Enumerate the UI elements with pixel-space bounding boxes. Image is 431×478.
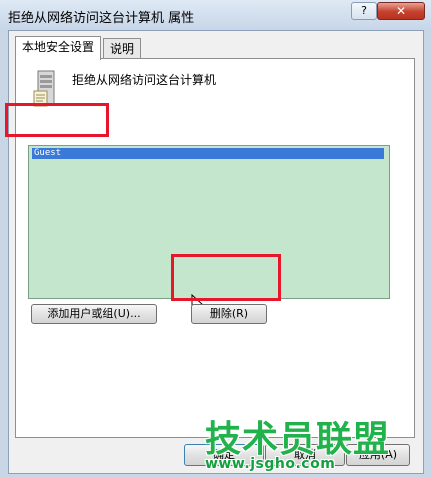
add-user-or-group-button[interactable]: 添加用户或组(U)... xyxy=(31,304,157,324)
help-button[interactable]: ? xyxy=(351,2,377,20)
watermark-url: www.jsgho.com xyxy=(205,456,336,472)
dialog-body: 本地安全设置 说明 拒绝从网络访问这台计算机 Guest 添加用户或组(U)..… xyxy=(8,30,424,474)
window-title: 拒绝从网络访问这台计算机 属性 xyxy=(8,11,195,26)
watermark-text: 技术员联盟 xyxy=(205,419,391,460)
highlight-box-remove xyxy=(171,254,281,301)
list-item-guest[interactable]: Guest xyxy=(32,148,384,159)
policy-name: 拒绝从网络访问这台计算机 xyxy=(72,73,217,87)
tab-explain[interactable]: 说明 xyxy=(103,38,142,59)
close-button[interactable]: ✕ xyxy=(377,2,425,20)
highlight-box-guest xyxy=(5,103,109,137)
tab-local-security-setting[interactable]: 本地安全设置 xyxy=(15,36,102,60)
remove-button[interactable]: 删除(R) xyxy=(191,304,267,324)
title-bar[interactable]: 拒绝从网络访问这台计算机 属性 ? ✕ xyxy=(0,0,431,30)
watermark: 技术员联盟 www.jsgho.com xyxy=(205,410,427,476)
